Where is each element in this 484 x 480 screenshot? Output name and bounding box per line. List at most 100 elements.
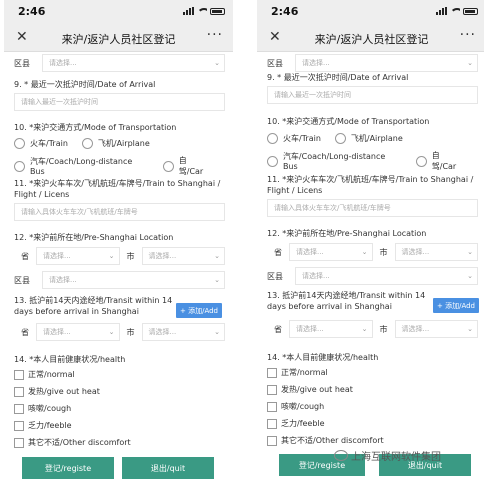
add-transit-button[interactable]: + 添加/Add xyxy=(433,298,480,313)
health-option-other[interactable]: 其它不适/Other discomfort xyxy=(14,437,131,448)
checkbox-box xyxy=(267,384,277,395)
radio-bus[interactable]: 汽车/Coach/Long-distance Bus xyxy=(267,151,402,171)
health-option-cough[interactable]: 咳嗽/cough xyxy=(14,403,71,414)
health-option-label: 乏力/feeble xyxy=(28,421,72,430)
quit-button[interactable]: 退出/quit xyxy=(122,457,214,479)
chevron-down-icon: ⌄ xyxy=(214,276,220,284)
q9-label: 9. * 最近一次抵沪时间/Date of Arrival xyxy=(267,73,409,82)
health-option-cough[interactable]: 咳嗽/cough xyxy=(267,401,324,412)
transport-number-input[interactable]: 请输入具体火车车次/飞机航班/车牌号 xyxy=(267,199,478,217)
province-select[interactable]: 请选择... ⌄ xyxy=(289,243,373,261)
radio-train-label: 火车/Train xyxy=(30,139,68,148)
q13-label: 13. 抵沪前14天内途经地/Transit within 14 days be… xyxy=(267,291,426,311)
q12-label: 12. *来沪前所在地/Pre-Shanghai Location xyxy=(14,233,174,242)
page-title: 来沪/返沪人员社区登记 xyxy=(314,33,429,46)
district-select-value: 请选择... xyxy=(49,276,77,284)
health-option-label: 咳嗽/cough xyxy=(28,404,72,413)
chevron-down-icon: ⌄ xyxy=(108,252,115,260)
city-select[interactable]: 请选择... ⌄ xyxy=(141,247,225,265)
arrival-date-input[interactable]: 请输入最近一次抵沪时间 xyxy=(267,86,478,104)
health-option-normal[interactable]: 正常/normal xyxy=(267,367,328,378)
radio-car-label: 自驾/Car xyxy=(431,151,457,171)
chevron-down-icon: ⌄ xyxy=(361,248,368,256)
radio-circle xyxy=(162,160,174,172)
health-option-feeble[interactable]: 乏力/feeble xyxy=(14,420,72,431)
checkbox-box xyxy=(267,435,277,446)
city-select-value: 请选择... xyxy=(148,252,177,260)
health-option-label: 正常/normal xyxy=(281,368,328,377)
radio-car[interactable]: 自驾/Car xyxy=(415,150,464,172)
district-select[interactable]: 请选择... ⌄ xyxy=(295,267,478,285)
province-label: 省 xyxy=(21,251,29,261)
chevron-down-icon: ⌄ xyxy=(467,272,473,280)
q11-label: 11. *来沪火车车次/飞机航班/车牌号/Train to Shanghai /… xyxy=(14,179,221,199)
radio-circle xyxy=(267,155,278,167)
radio-train[interactable]: 火车/Train xyxy=(267,133,321,144)
city-label: 市 xyxy=(126,251,135,261)
wifi-icon xyxy=(450,7,460,15)
checkbox-box xyxy=(14,403,24,414)
province-select-value: 请选择... xyxy=(296,248,324,256)
health-option-normal[interactable]: 正常/normal xyxy=(14,369,75,380)
arrival-date-input[interactable]: 请输入最近一次抵沪时间 xyxy=(14,93,225,111)
province-label: 省 xyxy=(274,247,282,257)
district-select-value: 请选择... xyxy=(302,272,330,280)
health-option-label: 其它不适/Other discomfort xyxy=(28,438,131,447)
health-option-label: 发热/give out heat xyxy=(28,387,100,396)
province-select[interactable]: 请选择... ⌄ xyxy=(36,247,120,265)
chevron-down-icon: ⌄ xyxy=(214,252,220,260)
q10-label: 10. *来沪交通方式/Mode of Transportation xyxy=(14,123,177,132)
health-option-label: 正常/normal xyxy=(28,370,75,379)
district-select[interactable]: 请选择... ⌄ xyxy=(42,54,225,72)
radio-circle xyxy=(334,133,346,144)
phone-screen-left: 2:46 ✕ 来沪/返沪人员社区登记 ··· 区县 请选择... ⌄ 9. * 最… xyxy=(4,0,233,480)
city-select-value: 请选择... xyxy=(401,248,430,256)
q11-label: 11. *来沪火车车次/飞机航班/车牌号/Train to Shanghai /… xyxy=(267,175,474,195)
chevron-down-icon: ⌄ xyxy=(214,328,220,336)
radio-circle xyxy=(14,138,25,149)
province-select[interactable]: 请选择... ⌄ xyxy=(289,320,373,338)
health-option-feeble[interactable]: 乏力/feeble xyxy=(267,418,325,429)
city-select-value: 请选择... xyxy=(148,328,177,336)
more-icon[interactable]: ··· xyxy=(460,27,476,43)
status-bar: 2:46 xyxy=(257,0,484,24)
province-select-value: 请选择... xyxy=(43,328,71,336)
province-select[interactable]: 请选择... ⌄ xyxy=(36,323,120,341)
city-select[interactable]: 请选择... ⌄ xyxy=(394,243,478,261)
chevron-down-icon: ⌄ xyxy=(214,59,220,67)
transport-number-input[interactable]: 请输入具体火车车次/飞机航班/车牌号 xyxy=(14,203,225,221)
radio-bus-label: 汽车/Coach/Long-distance Bus xyxy=(29,157,133,176)
register-button[interactable]: 登记/registe xyxy=(22,457,114,479)
radio-bus-label: 汽车/Coach/Long-distance Bus xyxy=(282,152,386,171)
more-icon[interactable]: ··· xyxy=(207,27,223,43)
health-option-heat[interactable]: 发热/give out heat xyxy=(14,386,100,397)
city-select[interactable]: 请选择... ⌄ xyxy=(394,320,478,338)
city-select[interactable]: 请选择... ⌄ xyxy=(141,323,225,341)
radio-train-label: 火车/Train xyxy=(283,134,321,143)
wifi-icon xyxy=(197,7,207,15)
watermark: 上海互联网软件集团 xyxy=(334,448,441,463)
health-option-other[interactable]: 其它不适/Other discomfort xyxy=(267,435,384,446)
province-select-value: 请选择... xyxy=(296,325,324,333)
district-select[interactable]: 请选择... ⌄ xyxy=(42,271,225,289)
province-label: 省 xyxy=(21,327,29,337)
radio-airplane[interactable]: 飞机/Airplane xyxy=(334,133,403,144)
add-transit-button[interactable]: + 添加/Add xyxy=(176,303,223,318)
radio-circle xyxy=(267,133,278,144)
radio-train[interactable]: 火车/Train xyxy=(14,138,68,149)
province-label: 省 xyxy=(274,324,282,334)
city-label: 市 xyxy=(379,247,388,257)
checkbox-box xyxy=(267,401,277,412)
status-time: 2:46 xyxy=(18,5,46,18)
radio-circle xyxy=(415,155,427,167)
district-select[interactable]: 请选择... ⌄ xyxy=(295,54,478,72)
q14-label: 14. *本人目前健康状况/health xyxy=(14,355,126,364)
radio-bus[interactable]: 汽车/Coach/Long-distance Bus xyxy=(14,156,149,176)
radio-airplane[interactable]: 飞机/Airplane xyxy=(81,138,150,149)
chevron-down-icon: ⌄ xyxy=(467,325,473,333)
radio-circle xyxy=(81,138,93,149)
district-select-value: 请选择... xyxy=(302,59,330,67)
radio-car[interactable]: 自驾/Car xyxy=(162,155,211,177)
district-label: 区县 xyxy=(14,58,30,68)
health-option-heat[interactable]: 发热/give out heat xyxy=(267,384,353,395)
